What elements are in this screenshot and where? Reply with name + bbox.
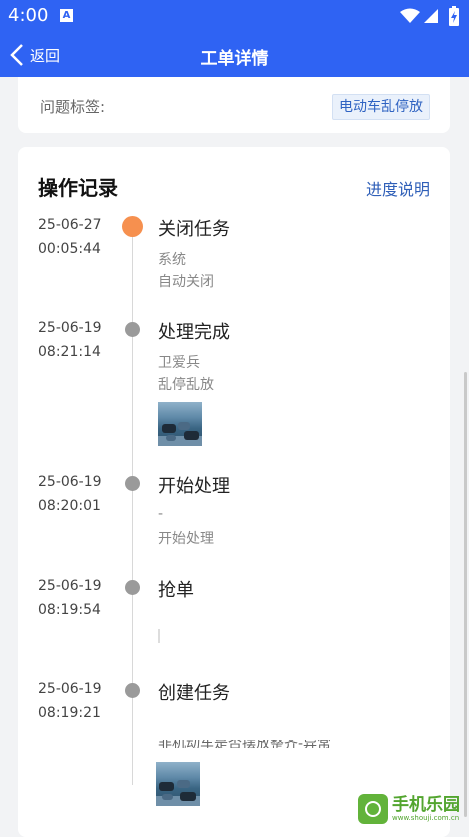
- status-time: 4:00: [8, 5, 49, 26]
- entry-note: 自动关闭: [158, 274, 214, 290]
- entry-action: 开始处理: [158, 476, 230, 497]
- timeline-line: [132, 225, 133, 785]
- entry-description-clipped: 非机动车是否摆放整齐-异常: [158, 740, 332, 748]
- entry-time: 08:20:01: [38, 498, 101, 514]
- issue-tag-label: 问题标签:: [40, 98, 106, 116]
- progress-explanation-link[interactable]: 进度说明: [366, 176, 430, 200]
- entry-operator: 卫爱兵: [158, 355, 200, 371]
- watermark-icon: [358, 794, 388, 824]
- signal-icon: [424, 9, 438, 23]
- operation-log-title: 操作记录: [38, 176, 118, 200]
- watermark-text: 手机乐园: [392, 794, 460, 815]
- entry-date: 25-06-19: [38, 578, 102, 594]
- wifi-icon: [400, 8, 420, 23]
- entry-time: 08:19:54: [38, 602, 101, 618]
- entry-date: 25-06-19: [38, 474, 102, 490]
- battery-charging-icon: [449, 6, 459, 26]
- entry-note: 乱停乱放: [158, 377, 214, 393]
- timeline-dot-active: [122, 216, 143, 237]
- entry-action: 处理完成: [158, 322, 230, 343]
- app-bar: 返回 工单详情: [0, 33, 469, 77]
- entry-action: 抢单: [158, 580, 194, 601]
- entry-operator: 系统: [158, 252, 186, 268]
- notification-icon: A: [60, 9, 73, 22]
- entry-action: 创建任务: [158, 683, 230, 704]
- issue-tag-chip: 电动车乱停放: [332, 94, 430, 120]
- page-title: 工单详情: [200, 49, 269, 69]
- timeline-dot: [125, 476, 140, 491]
- scrollbar[interactable]: [464, 372, 467, 817]
- photo-thumbnail[interactable]: [156, 762, 200, 806]
- timeline-dot: [125, 580, 140, 595]
- entry-time: 00:05:44: [38, 241, 101, 257]
- entry-note: 开始处理: [158, 531, 214, 547]
- watermark-url: www.shouji.com.cn: [392, 813, 460, 822]
- timeline-dot: [125, 322, 140, 337]
- photo-thumbnail[interactable]: [158, 402, 202, 446]
- entry-time: 08:19:21: [38, 705, 101, 721]
- entry-operator: -: [158, 506, 164, 522]
- entry-date: 25-06-19: [38, 681, 102, 697]
- watermark-logo: 手机乐园 www.shouji.com.cn: [358, 794, 460, 824]
- entry-action: 关闭任务: [158, 219, 230, 240]
- entry-time: 08:21:14: [38, 344, 101, 360]
- entry-date: 25-06-27: [38, 217, 102, 233]
- entry-date: 25-06-19: [38, 320, 102, 336]
- operation-log-card: 操作记录 进度说明 25-06-27 00:05:44 关闭任务 系统 自动关闭…: [18, 147, 450, 837]
- faint-mark: [158, 629, 160, 643]
- status-bar: 4:00 A: [0, 0, 469, 33]
- timeline-dot: [125, 683, 140, 698]
- issue-tag-card: 问题标签: 电动车乱停放: [18, 77, 450, 133]
